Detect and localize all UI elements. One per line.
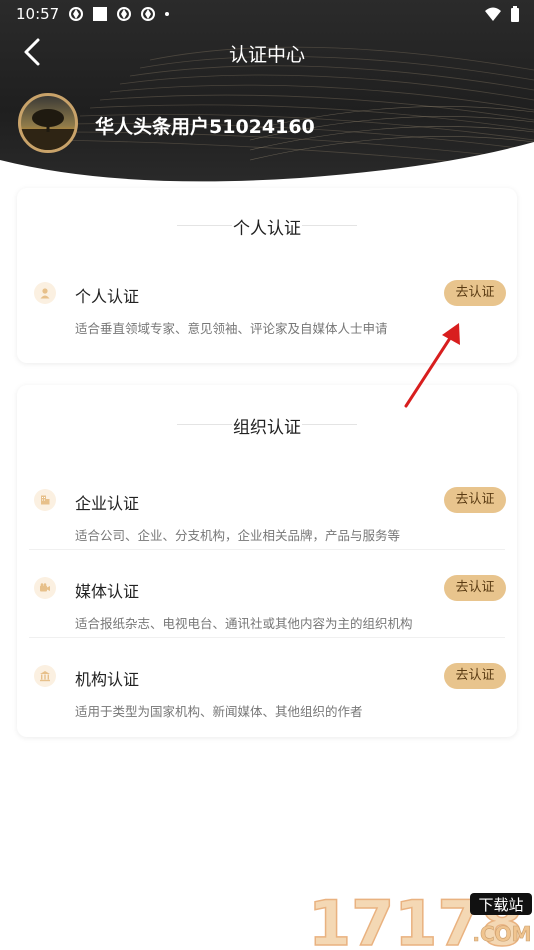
notification-icon [69,7,83,21]
notification-icon [141,7,155,21]
item-title: 个人认证 [75,287,140,306]
status-time: 10:57 [16,5,60,23]
item-title: 企业认证 [75,494,140,513]
row-divider [29,637,505,638]
section-title-label: 个人认证 [233,219,301,239]
divider-left [177,424,232,425]
organization-verification-card: 组织认证 企业认证 适合公司、企业、分支机构，企业相关品牌，产品与服务等 去认证… [17,385,517,737]
username: 华人头条用户51024160 [95,116,315,138]
verify-button-institution[interactable]: 去认证 [444,663,506,689]
avatar[interactable] [18,93,78,153]
item-title: 媒体认证 [75,582,140,601]
verify-button-media[interactable]: 去认证 [444,575,506,601]
verify-button-enterprise[interactable]: 去认证 [444,487,506,513]
divider-right [302,424,357,425]
item-description: 适合报纸杂志、电视电台、通讯社或其他内容为主的组织机构 [75,616,413,631]
divider-left [177,225,232,226]
status-bar: 10:57 [0,0,534,28]
divider-right [302,225,357,226]
section-title-label: 组织认证 [233,418,301,438]
battery-icon [511,6,519,22]
row-divider [29,549,505,550]
notification-icon [117,7,131,21]
avatar-tree-image [21,109,75,150]
status-notification-icons [68,6,170,22]
section-title-organization: 组织认证 [17,413,517,438]
more-dot-icon [165,12,169,16]
list-item-media: 媒体认证 适合报纸杂志、电视电台、通讯社或其他内容为主的组织机构 去认证 [17,567,517,655]
section-title-personal: 个人认证 [17,214,517,239]
list-item-institution: 机构认证 适用于类型为国家机构、新闻媒体、其他组织的作者 去认证 [17,655,517,743]
annotation-arrow-icon [404,323,460,408]
app-square-icon [93,7,107,21]
watermark-logo: 17178 下载站 .COM [307,886,532,950]
building-icon [34,489,56,511]
institution-icon [34,665,56,687]
camera-icon [34,577,56,599]
svg-text:下载站: 下载站 [478,896,523,914]
status-system-icons [484,6,520,22]
page-title: 认证中心 [228,44,305,66]
svg-text:.COM: .COM [472,922,531,946]
item-description: 适合垂直领域专家、意见领袖、评论家及自媒体人士申请 [75,321,388,336]
item-description: 适用于类型为国家机构、新闻媒体、其他组织的作者 [75,704,363,719]
header-banner: 10:57 认证中心 华人头条用户51024160 [0,0,534,185]
list-item-enterprise: 企业认证 适合公司、企业、分支机构，企业相关品牌，产品与服务等 去认证 [17,479,517,567]
wifi-icon [485,7,501,21]
item-description: 适合公司、企业、分支机构，企业相关品牌，产品与服务等 [75,528,401,543]
item-title: 机构认证 [75,670,140,689]
verify-button-personal[interactable]: 去认证 [444,280,506,306]
person-icon [34,282,56,304]
